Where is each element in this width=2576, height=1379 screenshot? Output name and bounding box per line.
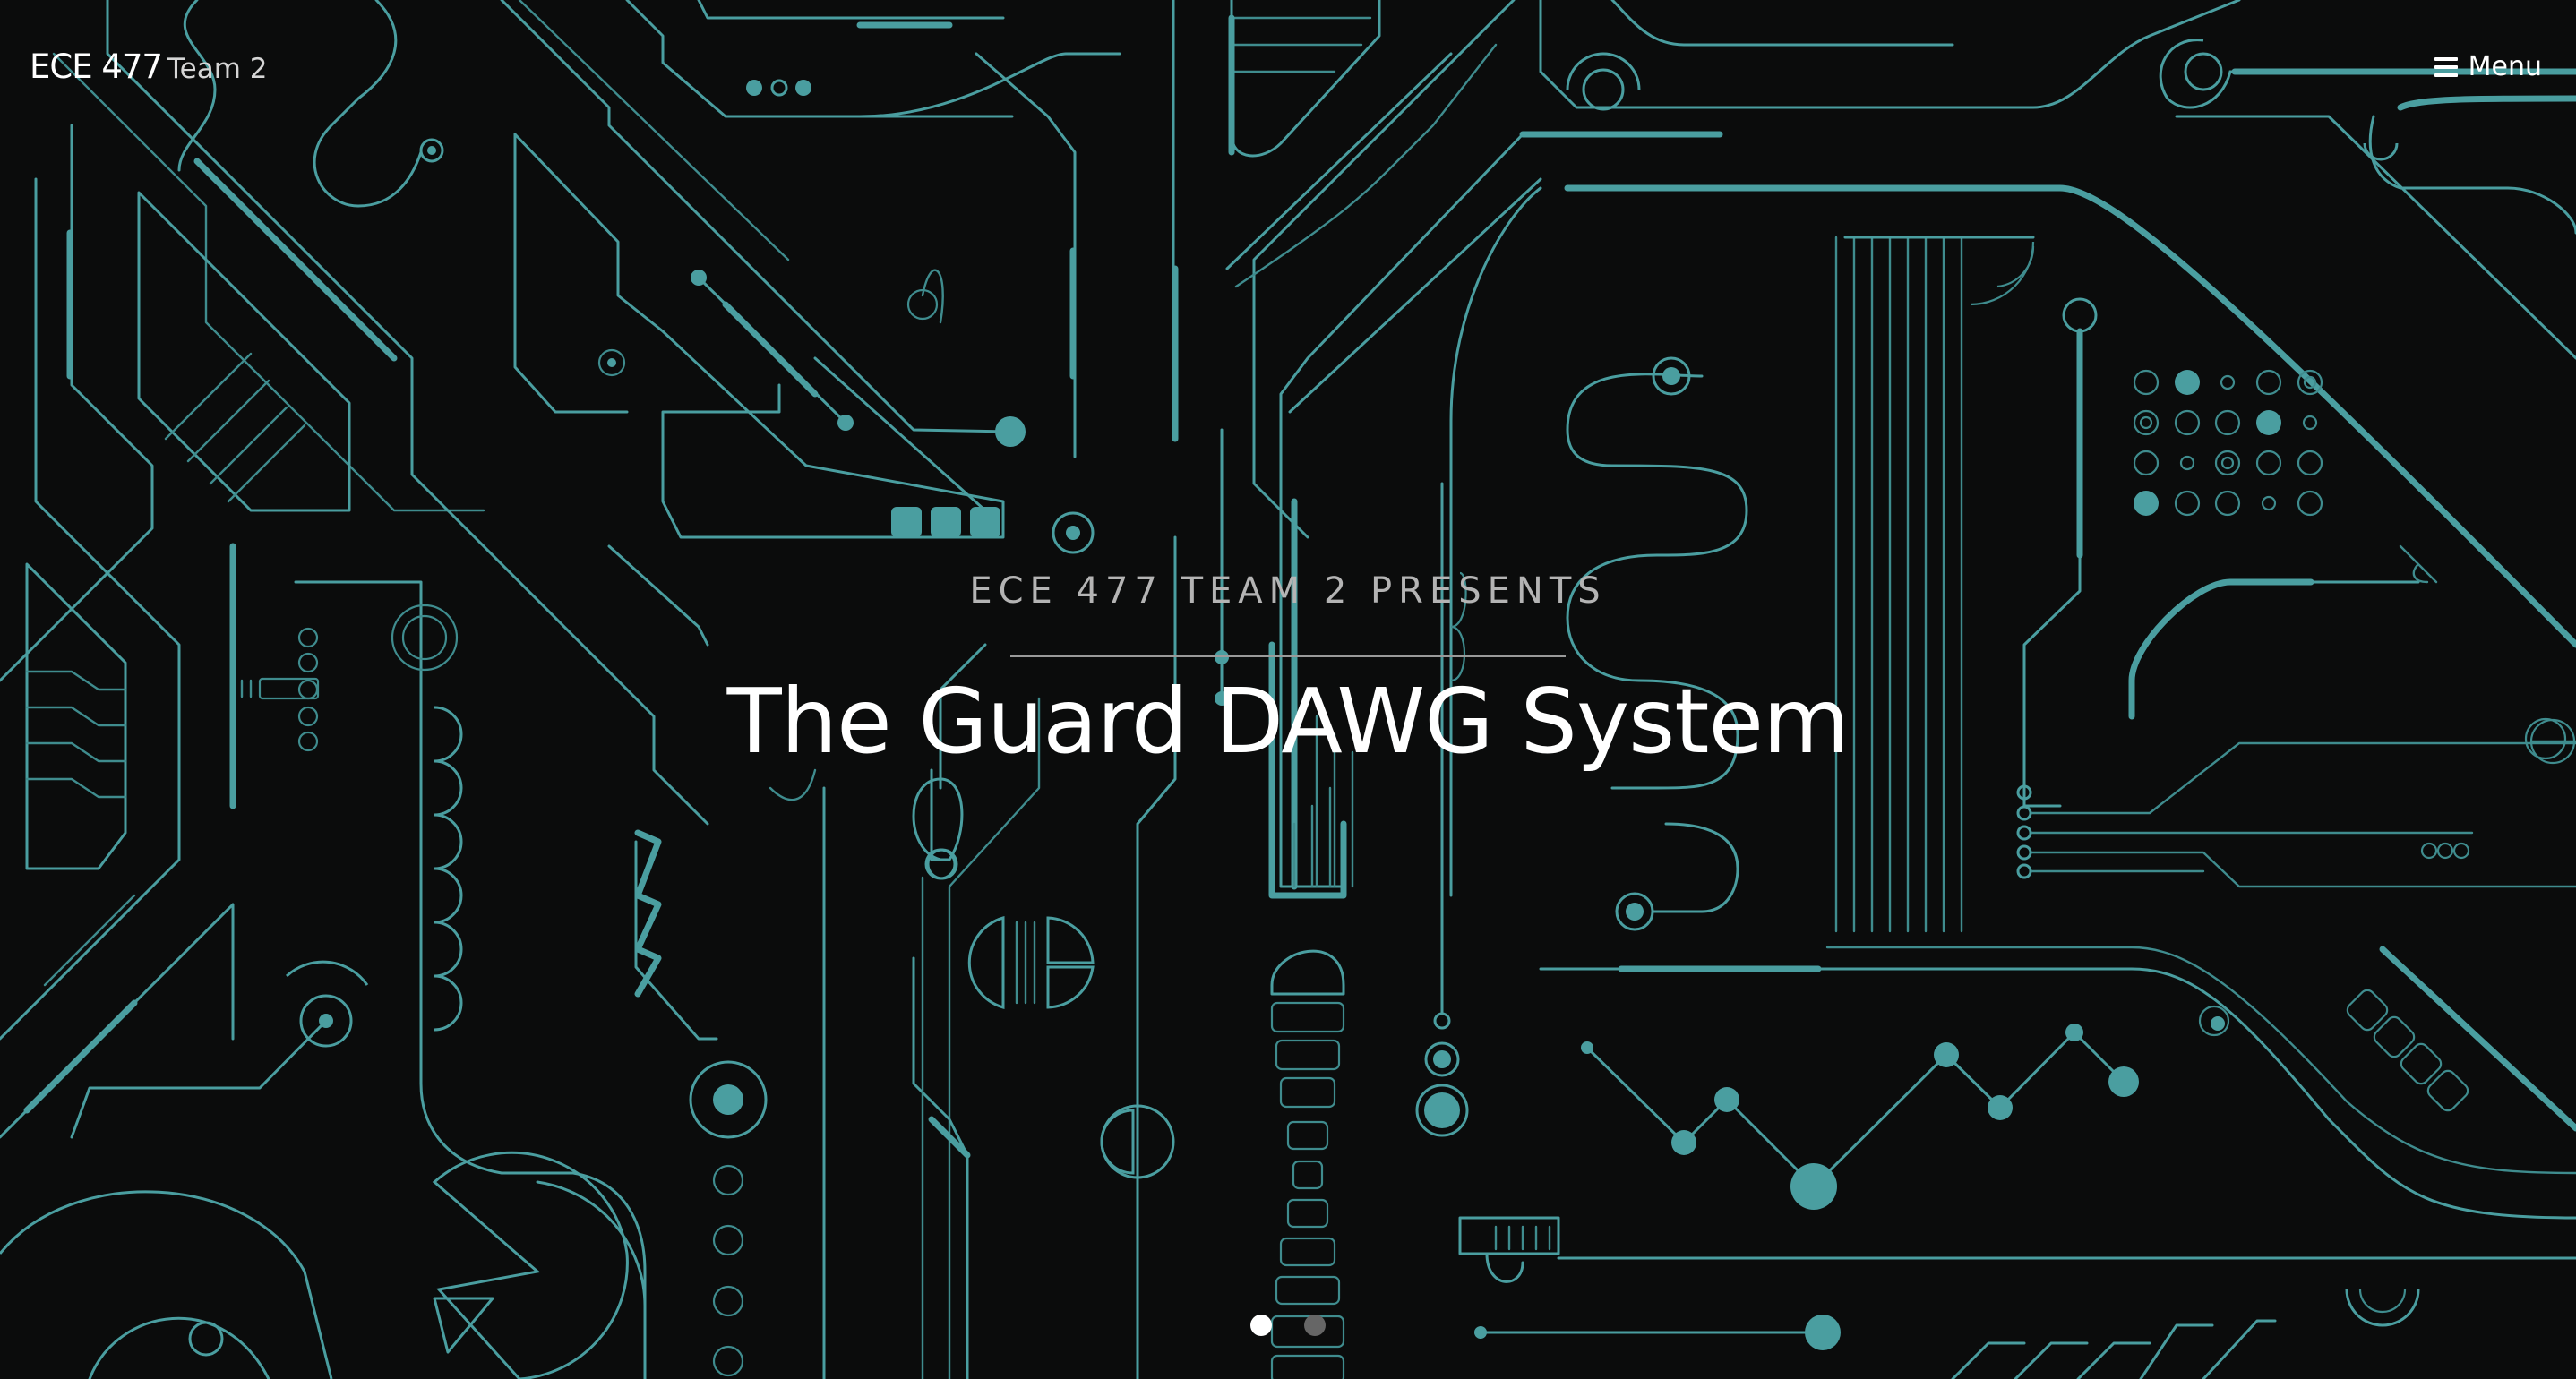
hero-content: ECE 477 TEAM 2 PRESENTS The Guard DAWG S…	[0, 573, 2576, 767]
carousel-dot-1[interactable]	[1250, 1315, 1272, 1336]
site-brand[interactable]: ECE 477 Team 2	[30, 50, 268, 83]
hamburger-icon	[2434, 57, 2458, 77]
hero-divider	[1010, 655, 1566, 657]
hero-section: ECE 477 Team 2 Menu ECE 477 TEAM 2 PRESEN…	[0, 0, 2576, 1379]
menu-label: Menu	[2468, 51, 2542, 82]
brand-title: ECE 477	[30, 47, 163, 86]
menu-button[interactable]: Menu	[2434, 54, 2542, 81]
carousel-pager	[0, 1315, 2576, 1336]
brand-subtitle: Team 2	[167, 53, 268, 85]
hero-kicker: ECE 477 TEAM 2 PRESENTS	[969, 570, 1607, 612]
hero-title: The Guard DAWG System	[726, 669, 1850, 774]
carousel-dot-2[interactable]	[1304, 1315, 1326, 1336]
